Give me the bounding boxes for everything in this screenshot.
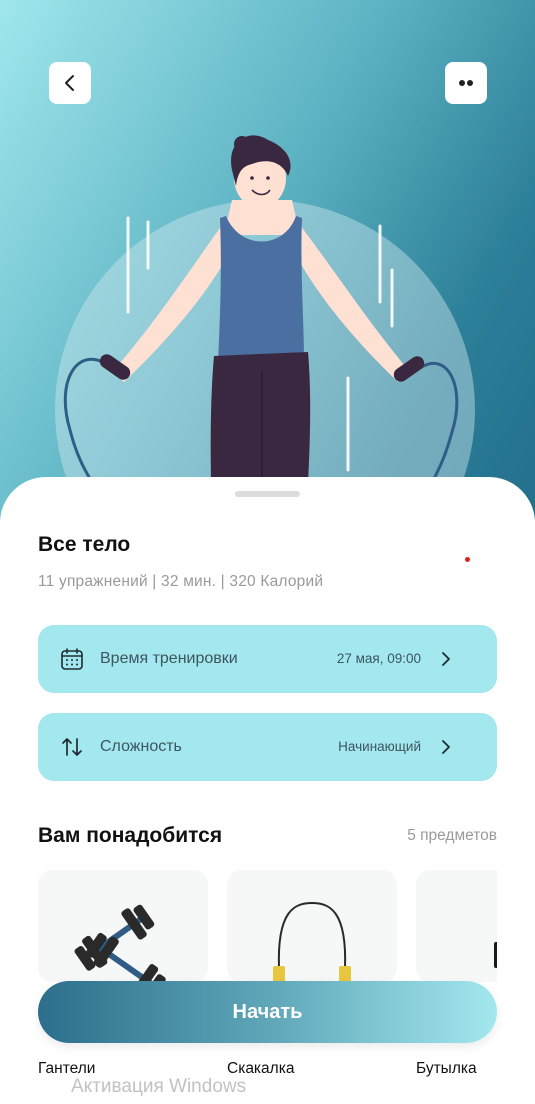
workout-time-label: Время тренировки: [100, 650, 238, 667]
notification-dot: [465, 557, 470, 562]
two-dots-icon: [459, 80, 473, 86]
more-options-button[interactable]: [445, 62, 487, 104]
equipment-label-bottle: Бутылка: [416, 1060, 477, 1077]
equipment-title: Вам понадобится: [38, 824, 223, 847]
chevron-right-icon: [442, 740, 450, 754]
drag-handle[interactable]: [235, 491, 300, 497]
equipment-carousel[interactable]: Гантели Скакалка Бутылка: [38, 870, 497, 1090]
chevron-right-icon: [442, 652, 450, 666]
workout-details-sheet: Все тело 11 упражнений | 32 мин. | 320 К…: [0, 477, 535, 1104]
jump-rope-icon: [273, 901, 351, 982]
difficulty-label: Сложность: [100, 738, 182, 755]
equipment-item-dumbbells[interactable]: [38, 870, 208, 982]
hero-banner: [0, 0, 535, 520]
workout-title: Все тело: [38, 533, 131, 556]
start-workout-button[interactable]: Начать: [38, 981, 497, 1043]
dumbbells-icon: [74, 904, 166, 982]
chevron-left-icon: [65, 75, 74, 91]
os-activation-watermark: Активация Windows: [71, 1076, 247, 1097]
difficulty-value: Начинающий: [338, 739, 421, 754]
difficulty-row[interactable]: Сложность Начинающий: [38, 713, 497, 781]
workout-time-row[interactable]: Время тренировки 27 мая, 09:00: [38, 625, 497, 693]
equipment-item-jump-rope[interactable]: [227, 870, 397, 982]
equipment-item-bottle[interactable]: [416, 870, 497, 982]
workout-time-value: 27 мая, 09:00: [336, 651, 421, 666]
sort-arrows-icon: [62, 738, 82, 756]
bottle-icon: [494, 942, 497, 968]
equipment-count[interactable]: 5 предметов: [407, 827, 497, 845]
workout-summary: 11 упражнений | 32 мин. | 320 Калорий: [38, 573, 324, 590]
back-button[interactable]: [49, 62, 91, 104]
calendar-icon: [61, 648, 83, 670]
